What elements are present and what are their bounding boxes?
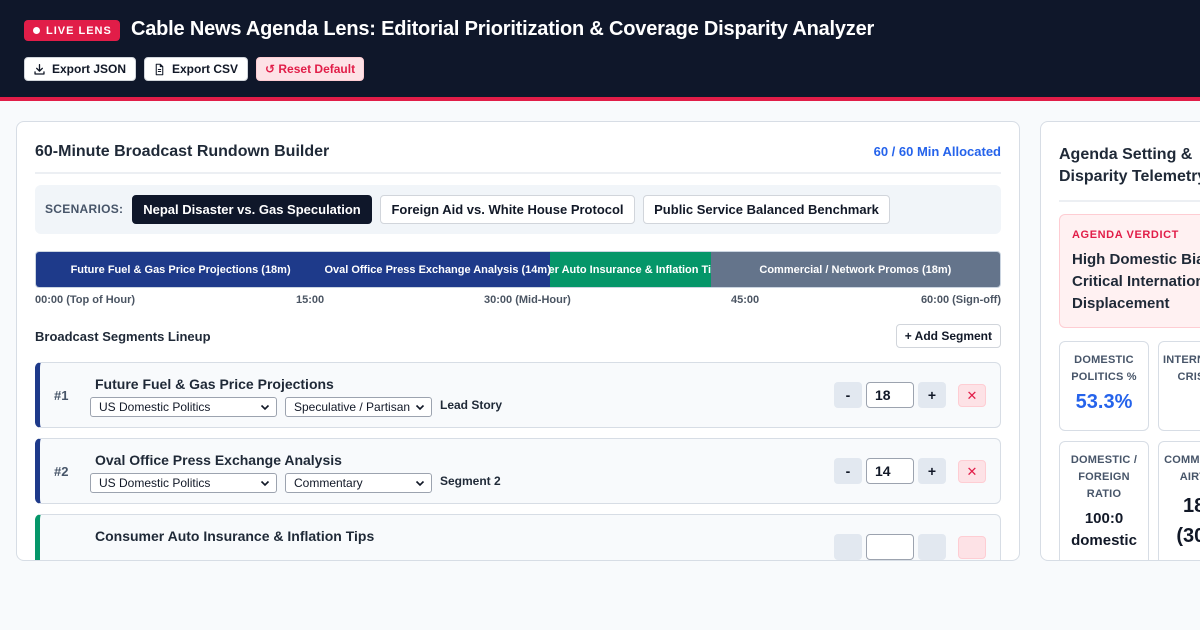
app-title: Cable News Agenda Lens: Editorial Priori… xyxy=(131,18,875,40)
tick-label: 30:00 (Mid-Hour) xyxy=(484,294,571,306)
metric-value: 53.3% xyxy=(1075,391,1133,413)
decrease-button[interactable]: - xyxy=(834,382,862,408)
metric-value: 18m (30%) xyxy=(1176,495,1200,547)
chevron-down-icon xyxy=(260,404,270,411)
tick-label: 15:00 xyxy=(296,294,325,306)
segment-position: Segment 2 xyxy=(440,474,501,488)
category-value: US Domestic Politics xyxy=(99,476,211,490)
add-segment-button[interactable]: + Add Segment xyxy=(895,324,1001,348)
export-json-button[interactable]: Export JSON xyxy=(24,57,136,81)
metric-label: DOMESTIC POLITICS % xyxy=(1071,354,1137,383)
chevron-down-icon xyxy=(415,404,425,411)
download-icon xyxy=(34,63,45,75)
frame-value: Speculative / Partisan xyxy=(294,400,411,414)
duration-input[interactable]: 14 xyxy=(866,458,914,484)
metric-label: INTERNATIONAL CRISIS % xyxy=(1163,354,1200,383)
category-value: US Domestic Politics xyxy=(99,400,211,414)
increase-button[interactable] xyxy=(918,534,946,560)
timeline-segment: Commercial / Network Promos (18m) xyxy=(710,252,1000,287)
segment-card: #1 Future Fuel & Gas Price Projections U… xyxy=(35,362,1001,428)
reset-default-button[interactable]: ↺ Reset Default xyxy=(256,57,364,81)
scenario-button-nepal[interactable]: Nepal Disaster vs. Gas Speculation xyxy=(132,195,372,224)
chevron-down-icon xyxy=(260,480,270,487)
telemetry-title: Agenda Setting & Disparity Telemetry xyxy=(1059,146,1200,185)
tick-label: 00:00 (Top of Hour) xyxy=(35,294,136,306)
frame-select[interactable]: Speculative / Partisan xyxy=(285,397,432,417)
telemetry-panel: Agenda Setting & Disparity Telemetry AGE… xyxy=(1040,121,1200,561)
segment-name: Consumer Auto Insurance & Inflation Tips xyxy=(95,528,375,544)
metric-label: DOMESTIC / FOREIGN RATIO xyxy=(1070,454,1138,500)
export-csv-button[interactable]: Export CSV xyxy=(144,57,248,81)
builder-title: 60-Minute Broadcast Rundown Builder xyxy=(35,143,330,160)
increase-button[interactable]: + xyxy=(918,382,946,408)
delete-segment-button[interactable] xyxy=(958,536,986,559)
timeline-segment-label: Commercial / Network Promos (18m) xyxy=(759,263,952,276)
delete-segment-button[interactable]: ✕ xyxy=(958,384,986,407)
metric-value: 100:0 domestic xyxy=(1071,510,1137,549)
timeline-segment-label: Future Fuel & Gas Price Projections (18m… xyxy=(70,263,291,276)
scenario-button-public-service[interactable]: Public Service Balanced Benchmark xyxy=(643,195,890,224)
app-header: LIVE LENS Cable News Agenda Lens: Editor… xyxy=(0,0,1200,101)
lineup-title: Broadcast Segments Lineup xyxy=(35,329,211,344)
scenario-bar: SCENARIOS: Nepal Disaster vs. Gas Specul… xyxy=(35,185,1001,234)
agenda-verdict-card: AGENDA VERDICT High Domestic Bias: Criti… xyxy=(1059,214,1200,328)
segment-card: #2 Oval Office Press Exchange Analysis U… xyxy=(35,438,1001,504)
timeline-segment-label: Consumer Auto Insurance & Inflation Tips… xyxy=(550,263,711,276)
segment-position: Lead Story xyxy=(440,398,503,412)
timeline-segment-label: Oval Office Press Exchange Analysis (14m… xyxy=(325,263,551,276)
rundown-builder-panel: 60-Minute Broadcast Rundown Builder 60 /… xyxy=(16,121,1020,561)
divider xyxy=(1059,200,1200,202)
frame-select[interactable]: Commentary xyxy=(285,473,432,493)
timeline-segment: Consumer Auto Insurance & Inflation Tips… xyxy=(550,252,711,287)
divider xyxy=(35,172,1001,174)
segment-number: #2 xyxy=(54,464,69,479)
segment-name: Future Fuel & Gas Price Projections xyxy=(95,376,334,392)
rundown-timeline: Future Fuel & Gas Price Projections (18m… xyxy=(35,251,1001,288)
export-csv-label: Export CSV xyxy=(172,62,239,76)
segment-number: #1 xyxy=(54,388,69,403)
live-badge: LIVE LENS xyxy=(24,20,120,41)
scenarios-label: SCENARIOS: xyxy=(45,202,124,216)
verdict-label: AGENDA VERDICT xyxy=(1072,229,1179,241)
metric-commercial-airtime: COMMERCIAL AIRTIME 18m (30%) xyxy=(1158,441,1200,560)
decrease-button[interactable]: - xyxy=(834,458,862,484)
metric-label: COMMERCIAL AIRTIME xyxy=(1164,454,1200,483)
export-json-label: Export JSON xyxy=(52,62,127,76)
chevron-down-icon xyxy=(415,480,425,487)
category-select[interactable]: US Domestic Politics xyxy=(90,397,277,417)
timeline-segment: Future Fuel & Gas Price Projections (18m… xyxy=(36,252,326,287)
segment-card: Consumer Auto Insurance & Inflation Tips xyxy=(35,514,1001,560)
increase-button[interactable]: + xyxy=(918,458,946,484)
metric-domestic-politics: DOMESTIC POLITICS % 53.3% xyxy=(1059,341,1149,431)
reset-label: ↺ Reset Default xyxy=(265,62,356,76)
tick-label: 45:00 xyxy=(731,294,760,306)
verdict-text: High Domestic Bias: Critical Internation… xyxy=(1072,251,1200,312)
frame-value: Commentary xyxy=(294,476,363,490)
delete-segment-button[interactable]: ✕ xyxy=(958,460,986,483)
tick-label: 60:00 (Sign-off) xyxy=(920,294,1001,306)
category-select[interactable]: US Domestic Politics xyxy=(90,473,277,493)
timeline-segment: Oval Office Press Exchange Analysis (14m… xyxy=(325,252,551,287)
file-icon xyxy=(155,63,164,75)
decrease-button[interactable] xyxy=(834,534,862,560)
duration-input[interactable]: 18 xyxy=(866,382,914,408)
allocation-status: 60 / 60 Min Allocated xyxy=(873,144,1001,159)
live-badge-label: LIVE LENS xyxy=(46,24,112,37)
live-dot-icon xyxy=(33,27,40,34)
segment-name: Oval Office Press Exchange Analysis xyxy=(95,452,342,468)
duration-input[interactable] xyxy=(866,534,914,560)
metric-domestic-foreign-ratio: DOMESTIC / FOREIGN RATIO 100:0 domestic xyxy=(1059,441,1149,560)
scenario-button-foreign-aid[interactable]: Foreign Aid vs. White House Protocol xyxy=(380,195,635,224)
metric-international-crisis: INTERNATIONAL CRISIS % xyxy=(1158,341,1200,431)
